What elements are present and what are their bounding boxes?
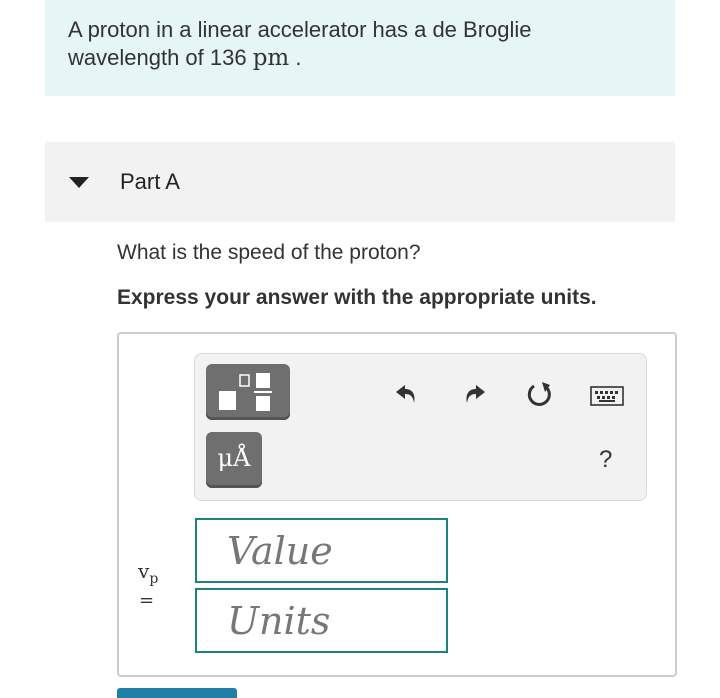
- keyboard-icon: [590, 386, 624, 406]
- help-icon[interactable]: ?: [599, 446, 612, 474]
- undo-button[interactable]: [394, 381, 420, 407]
- redo-icon: [466, 385, 485, 403]
- redo-button[interactable]: [461, 381, 487, 407]
- units-template-icon: μÅ: [217, 444, 251, 472]
- problem-text: A proton in a linear accelerator has a d…: [68, 17, 532, 71]
- reset-button[interactable]: [525, 379, 555, 409]
- fraction-template-button[interactable]: [206, 364, 290, 420]
- equals-sign: =: [139, 590, 155, 611]
- problem-statement: A proton in a linear accelerator has a d…: [45, 0, 675, 96]
- part-a-header[interactable]: Part A: [45, 142, 675, 222]
- question-text: What is the speed of the proton?: [117, 241, 421, 264]
- value-field[interactable]: [195, 518, 448, 583]
- units-template-button[interactable]: μÅ: [206, 432, 262, 488]
- units-input[interactable]: [197, 590, 446, 651]
- instruction-text: Express your answer with the appropriate…: [117, 286, 597, 309]
- submit-button[interactable]: [117, 688, 237, 698]
- units-field[interactable]: [195, 588, 448, 653]
- keyboard-button[interactable]: [590, 386, 624, 406]
- fraction-template-icon: [219, 373, 272, 411]
- variable-label: vp: [138, 559, 159, 587]
- undo-icon: [396, 385, 415, 403]
- part-title: Part A: [120, 169, 180, 194]
- value-input[interactable]: [197, 520, 446, 581]
- reset-icon: [527, 382, 551, 406]
- collapse-caret-icon[interactable]: [69, 177, 89, 188]
- math-toolbar: μÅ ?: [194, 353, 647, 501]
- wavelength-unit: pm: [252, 45, 290, 71]
- answer-area: μÅ ? vp = Value Units: [117, 332, 677, 677]
